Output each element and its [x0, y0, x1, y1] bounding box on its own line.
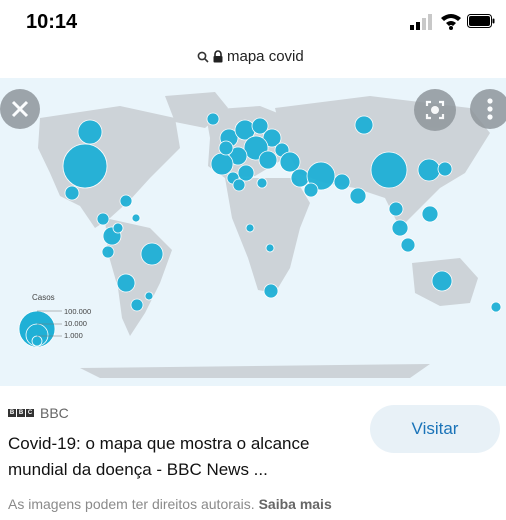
close-button[interactable]: [0, 89, 40, 129]
antarctica-land: [80, 364, 430, 378]
copyright-notice: As imagens podem ter direitos autorais. …: [8, 496, 332, 512]
source-name: BBC: [40, 405, 69, 421]
case-bubble: [349, 187, 367, 205]
url-bar[interactable]: mapa covid: [0, 44, 506, 72]
case-bubble: [333, 173, 351, 191]
legend-label-10000: 10.000: [64, 319, 87, 328]
case-bubble: [400, 237, 416, 253]
url-text: mapa covid: [227, 48, 304, 65]
case-bubble: [64, 185, 80, 201]
case-bubble: [96, 212, 110, 226]
case-bubble: [303, 182, 319, 198]
case-bubble: [101, 245, 115, 259]
visit-button[interactable]: Visitar: [370, 405, 500, 453]
legend-label-1000: 1.000: [64, 331, 83, 340]
case-bubble: [354, 115, 374, 135]
case-bubble: [237, 164, 255, 182]
case-bubble: [490, 301, 502, 313]
case-bubble: [210, 152, 234, 176]
more-options-button[interactable]: [470, 89, 506, 129]
case-bubble: [112, 222, 124, 234]
case-bubble: [417, 158, 441, 182]
case-bubble: [265, 243, 275, 253]
case-bubble: [116, 273, 136, 293]
close-icon: [11, 100, 29, 118]
copyright-text: As imagens podem ter direitos autorais.: [8, 496, 255, 512]
case-bubble: [388, 201, 404, 217]
case-bubble: [206, 112, 220, 126]
case-bubble: [131, 213, 141, 223]
lens-button[interactable]: [414, 89, 456, 131]
legend-label-100000: 100.000: [64, 307, 91, 316]
status-time: 10:14: [26, 11, 78, 33]
case-bubble: [258, 150, 278, 170]
lens-icon: [425, 100, 445, 120]
result-title-link[interactable]: Covid-19: o mapa que mostra o alcance mu…: [8, 431, 368, 483]
legend-title: Casos: [32, 293, 55, 302]
case-bubble: [119, 194, 133, 208]
case-bubble: [263, 283, 279, 299]
case-bubble: [370, 151, 408, 189]
lock-icon: [213, 50, 223, 63]
case-bubble: [140, 242, 164, 266]
map-legend: Casos 100.000 10.000 1.000: [18, 293, 91, 348]
result-source[interactable]: B B C BBC: [8, 405, 69, 421]
case-bubble: [431, 270, 453, 292]
case-bubble: [232, 178, 246, 192]
case-bubble: [77, 119, 103, 145]
north-america-land: [38, 106, 180, 228]
case-bubble: [421, 205, 439, 223]
signal-icon: [410, 14, 432, 30]
case-bubble: [256, 177, 268, 189]
case-bubble: [218, 140, 234, 156]
battery-icon: [467, 14, 495, 28]
wifi-icon: [441, 14, 461, 30]
case-bubble: [144, 291, 154, 301]
learn-more-link[interactable]: Saiba mais: [259, 496, 332, 512]
case-bubble: [391, 219, 409, 237]
case-bubble: [437, 161, 453, 177]
case-bubble: [62, 143, 108, 189]
bbc-logo-icon: B B C: [8, 409, 34, 417]
case-bubble: [130, 298, 144, 312]
africa-land: [225, 178, 310, 293]
case-bubble: [245, 223, 255, 233]
more-vert-icon: [487, 98, 493, 120]
case-bubble: [279, 151, 301, 173]
search-icon: [197, 51, 209, 63]
status-bar: 10:14: [0, 0, 506, 40]
